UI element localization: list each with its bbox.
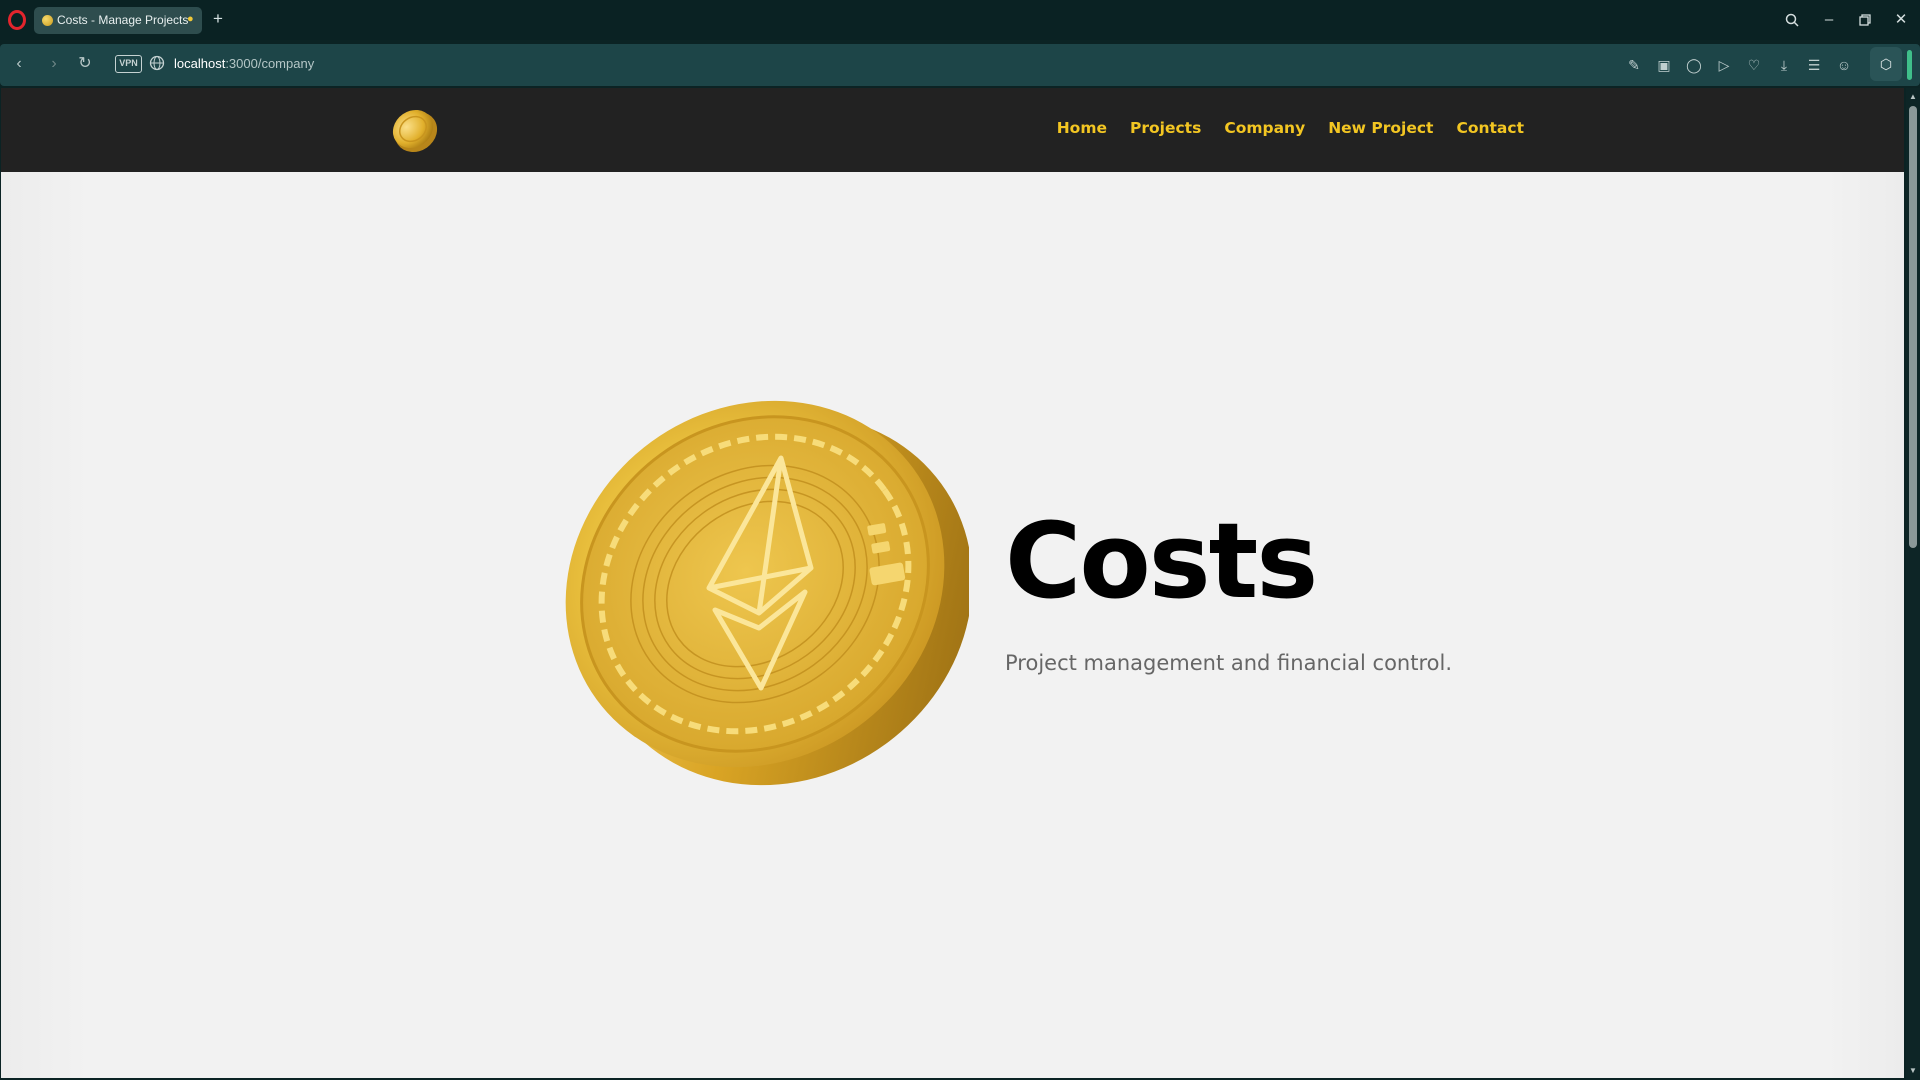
minimize-icon[interactable]: –	[1815, 7, 1843, 33]
url-field[interactable]: localhost:3000/company	[174, 56, 314, 71]
extensions-icon[interactable]: ⬡	[1870, 47, 1902, 81]
new-tab-button[interactable]: +	[208, 8, 228, 30]
globe-icon[interactable]	[149, 55, 165, 71]
close-icon[interactable]: ✕	[1887, 7, 1915, 33]
nav-company[interactable]: Company	[1224, 119, 1305, 137]
search-icon[interactable]	[1778, 7, 1806, 33]
lightbulb-icon: ●	[187, 13, 194, 25]
hero-edge-left	[1, 172, 91, 1078]
forward-icon[interactable]: ›	[43, 53, 65, 75]
scroll-down-icon[interactable]: ▼	[1908, 1066, 1918, 1076]
camera-icon[interactable]: ▣	[1654, 55, 1674, 75]
nav-new-project[interactable]: New Project	[1328, 119, 1433, 137]
scrollbar-thumb[interactable]	[1909, 106, 1917, 548]
hero-subtitle: Project management and financial control…	[1005, 651, 1452, 675]
url-host: localhost	[174, 56, 226, 71]
site-menu: Home Projects Company New Project Contac…	[1034, 119, 1524, 137]
browser-tab-active[interactable]: Costs - Manage Projects ●	[34, 7, 202, 34]
browser-tab-bar: Costs - Manage Projects ● + – ✕	[0, 0, 1920, 40]
heart-icon[interactable]: ♡	[1744, 55, 1764, 75]
vpn-badge[interactable]: VPN	[115, 55, 142, 73]
nav-contact[interactable]: Contact	[1456, 119, 1524, 137]
hero-edge-right	[1824, 172, 1904, 1078]
coin-logo[interactable]	[389, 104, 441, 156]
menu-icon[interactable]: ☰	[1804, 55, 1824, 75]
account-icon[interactable]: ☺	[1834, 55, 1854, 75]
address-bar: ‹ › ↻ VPN localhost:3000/company ✎ ▣ ◯ ▷…	[0, 44, 1920, 86]
opera-logo-icon[interactable]	[8, 10, 26, 30]
back-icon[interactable]: ‹	[8, 53, 30, 75]
shield-icon[interactable]: ◯	[1684, 55, 1704, 75]
url-path: :3000/company	[225, 56, 315, 71]
reload-icon[interactable]: ↻	[74, 53, 96, 75]
page-viewport: Home Projects Company New Project Contac…	[1, 88, 1904, 1078]
sidebar-indicator	[1907, 50, 1912, 80]
restore-icon[interactable]	[1851, 7, 1879, 33]
site-navbar: Home Projects Company New Project Contac…	[1, 88, 1904, 172]
nav-home[interactable]: Home	[1057, 119, 1107, 137]
nav-projects[interactable]: Projects	[1130, 119, 1201, 137]
ethereum-coin-illustration	[565, 400, 969, 786]
play-icon[interactable]: ▷	[1714, 55, 1734, 75]
edit-icon[interactable]: ✎	[1624, 55, 1644, 75]
coin-icon	[42, 15, 53, 26]
tab-title: Costs - Manage Projects	[57, 13, 189, 27]
hero-title: Costs	[1005, 500, 1318, 622]
scroll-up-icon[interactable]: ▲	[1908, 92, 1918, 102]
download-icon[interactable]: ⤓	[1774, 55, 1794, 75]
